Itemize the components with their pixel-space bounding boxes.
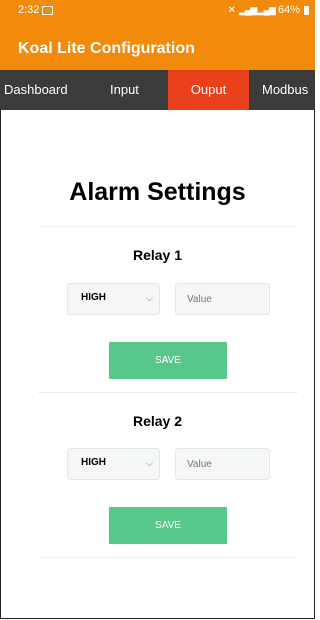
battery-percent: 64% bbox=[277, 4, 300, 16]
chevron-down-icon: ⌵ bbox=[146, 293, 153, 303]
relay-1-title: Relay 1 bbox=[132, 247, 183, 263]
relay-2-level-select[interactable]: HIGH ⌵ bbox=[67, 448, 160, 480]
tab-bar: Dashboard Input Ouput Modbus bbox=[0, 70, 315, 110]
tab-dashboard[interactable]: Dashboard bbox=[0, 70, 96, 110]
status-indicators: ✕ ▂▄▆ ▂▄▆ 64% bbox=[228, 4, 309, 16]
relay-1-level-select[interactable]: HIGH ⌵ bbox=[67, 283, 160, 315]
relay-2-select-value: HIGH bbox=[81, 457, 106, 468]
app-title: Koal Lite Configuration bbox=[18, 40, 195, 57]
relay-1-value-input[interactable] bbox=[175, 283, 270, 315]
page-heading: Alarm Settings bbox=[69, 178, 246, 206]
divider bbox=[38, 392, 298, 393]
mute-icon: ✕ bbox=[227, 4, 237, 16]
signal-icon: ▂▄▆ ▂▄▆ bbox=[239, 4, 276, 15]
chevron-down-icon: ⌵ bbox=[146, 458, 153, 468]
status-bar: 2:32 ✕ ▂▄▆ ▂▄▆ 64% bbox=[0, 0, 315, 22]
tab-input[interactable]: Input bbox=[110, 70, 154, 110]
status-time: 2:32 bbox=[18, 4, 40, 16]
tab-output[interactable]: Ouput bbox=[168, 70, 249, 110]
relay-2-value-input[interactable] bbox=[175, 448, 270, 480]
relay-1-select-value: HIGH bbox=[81, 292, 106, 303]
gallery-notification-icon bbox=[42, 6, 53, 15]
tab-modbus[interactable]: Modbus bbox=[262, 70, 315, 110]
app-bar: 2:32 ✕ ▂▄▆ ▂▄▆ 64% Koal Lite Configurati… bbox=[0, 0, 315, 70]
divider bbox=[38, 557, 298, 558]
battery-icon bbox=[304, 5, 309, 15]
relay-2-save-button[interactable]: SAVE bbox=[109, 507, 227, 544]
relay-1-save-button[interactable]: SAVE bbox=[109, 342, 227, 379]
divider bbox=[38, 226, 298, 227]
relay-2-title: Relay 2 bbox=[132, 413, 183, 429]
